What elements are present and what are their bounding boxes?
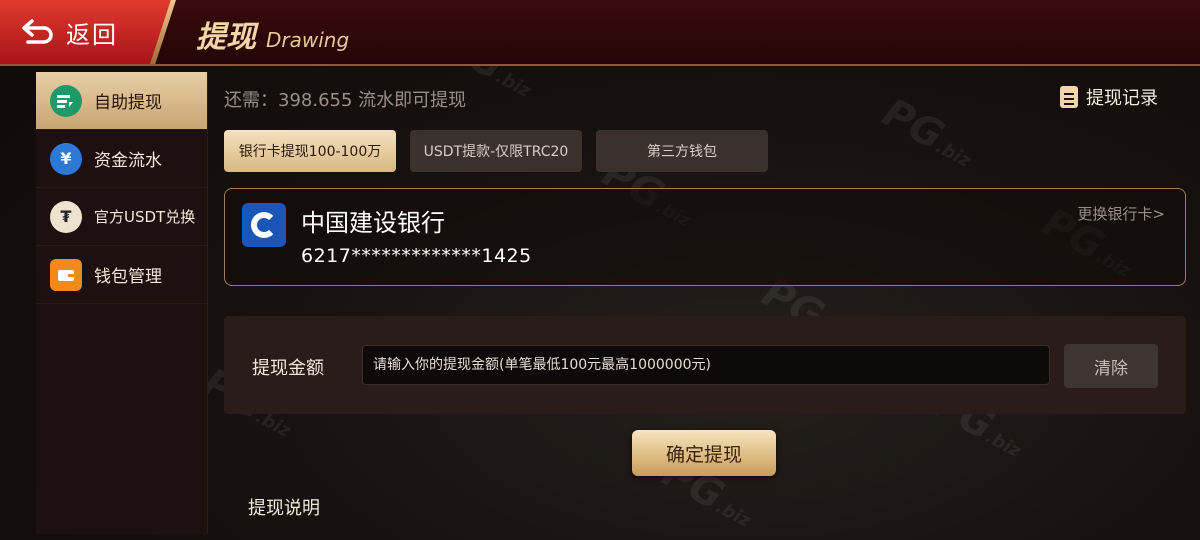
page-title: 提现 Drawing [196, 12, 349, 56]
tab-usdt[interactable]: USDT提款-仅限TRC20 [410, 130, 582, 172]
sidebar-item-usdt-exchange[interactable]: ₮ 官方USDT兑换 [36, 188, 207, 246]
ccb-bank-logo-icon [242, 203, 286, 247]
clipboard-icon [1060, 86, 1078, 108]
withdraw-notes-title: 提现说明 [248, 498, 320, 519]
turnover-requirement-text: 还需：398.655 流水即可提现 [224, 90, 467, 111]
withdraw-card-icon [50, 84, 82, 117]
sidebar-item-label: 资金流水 [94, 151, 162, 171]
tether-icon: ₮ [50, 200, 82, 233]
bank-name: 中国建设银行 [301, 209, 445, 237]
sidebar-item-fund-flow[interactable]: ¥ 资金流水 [36, 130, 207, 188]
tab-bank-card[interactable]: 银行卡提现100-100万 [224, 130, 396, 172]
bank-card-panel: 中国建设银行 6217*************1425 更换银行卡> [224, 188, 1186, 286]
amount-label: 提现金额 [252, 358, 324, 379]
page-title-en: Drawing [266, 28, 350, 52]
wallet-icon [50, 258, 82, 291]
back-label: 返回 [66, 20, 118, 49]
sidebar-item-wallet-management[interactable]: 钱包管理 [36, 246, 207, 304]
withdraw-method-tabs: 银行卡提现100-100万 USDT提款-仅限TRC20 第三方钱包 [224, 130, 782, 172]
sidebar-item-self-withdraw[interactable]: 自助提现 [36, 72, 207, 130]
back-button[interactable]: 返回 [0, 0, 172, 64]
change-bank-card-link[interactable]: 更换银行卡> [1077, 203, 1165, 224]
sidebar-item-label: 官方USDT兑换 [94, 208, 196, 226]
sidebar-item-label: 钱包管理 [94, 267, 162, 287]
amount-panel: 提现金额 清除 [224, 316, 1186, 414]
main-content: 还需：398.655 流水即可提现 提现记录 银行卡提现100-100万 USD… [222, 72, 1186, 534]
clear-button[interactable]: 清除 [1064, 344, 1158, 388]
confirm-withdraw-button[interactable]: 确定提现 [632, 430, 776, 476]
sidebar: 自助提现 ¥ 资金流水 ₮ 官方USDT兑换 钱包管理 [36, 72, 208, 534]
sidebar-item-label: 自助提现 [94, 93, 162, 113]
page-title-zh: 提现 [196, 20, 256, 55]
withdraw-record-link[interactable]: 提现记录 [1060, 84, 1158, 110]
yuan-icon: ¥ [50, 142, 82, 175]
back-arrow-icon [22, 19, 53, 44]
withdraw-record-label: 提现记录 [1086, 88, 1158, 109]
amount-input[interactable] [362, 345, 1050, 385]
top-bar: 返回 提现 Drawing [0, 0, 1200, 66]
tab-third-party-wallet[interactable]: 第三方钱包 [596, 130, 768, 172]
bank-card-number: 6217*************1425 [301, 245, 532, 267]
